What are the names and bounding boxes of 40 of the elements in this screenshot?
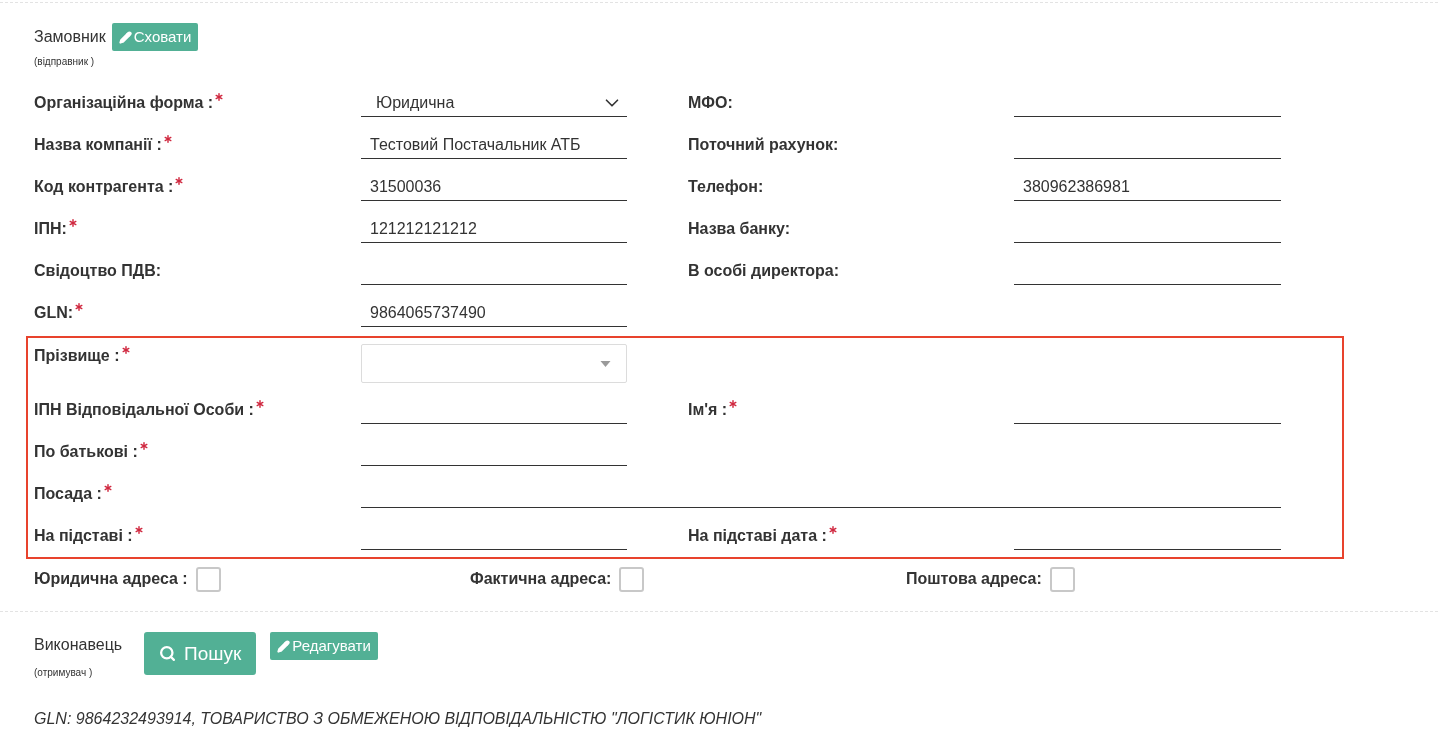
field-label: МФО: [688,93,733,113]
field-label: Назва компанії : [34,135,162,155]
field-label: GLN: [34,303,74,323]
field-label: Код контрагента : [34,177,174,197]
select-field[interactable]: Юридична [361,89,627,117]
field-label: Організаційна форма : [34,93,214,113]
combo-field[interactable] [361,344,627,383]
field-label: Свідоцтво ПДВ: [34,261,162,281]
checkbox-label: Фактична адреса: [470,569,612,589]
text-field[interactable]: 9864065737490 [361,299,627,327]
checkbox-label: Юридична адреса : [34,569,188,589]
checkbox-label: Поштова адреса: [906,569,1042,589]
checkbox[interactable] [619,566,645,592]
text-field[interactable]: 121212121212 [361,215,627,243]
field-label: Посада : [34,484,102,504]
field-label: Поточний рахунок: [688,135,839,155]
field-label: Назва банку: [688,219,791,239]
field-label: На підставі : [34,526,133,546]
field-label: В особі директора: [688,261,840,281]
field-label: На підставі дата : [688,526,827,546]
pencil-icon [118,30,132,44]
section-subtitle: (отримувач ) [34,667,94,679]
pencil-icon [277,639,291,653]
checkbox[interactable] [1049,566,1075,592]
field-label: По батькові : [34,442,138,462]
search-icon [159,645,176,662]
caret-down-icon [600,360,611,367]
checkbox[interactable] [195,566,221,592]
field-label: Прізвище : [34,346,120,366]
text-field[interactable]: 380962386981 [1014,173,1281,201]
text-field[interactable]: 31500036 [361,173,627,201]
field-label: ІПН Відповідальної Особи : [34,400,254,420]
recipient-summary: GLN: 9864232493914, ТОВАРИСТВО З ОБМЕЖЕНОЮ ВІДПОВІДАЛЬНІСТЮ "ЛОГІСТИК ЮНІОН" [34,709,762,729]
field-label: ІПН: [34,219,67,239]
section-subtitle: (відправник ) [34,56,95,68]
section-title: Виконавець [34,635,124,655]
field-label: Телефон: [688,177,764,197]
field-label: Ім'я : [688,400,728,420]
section-title: Замовник [34,27,106,47]
text-field[interactable]: Тестовий Постачальник АТБ [361,131,627,159]
